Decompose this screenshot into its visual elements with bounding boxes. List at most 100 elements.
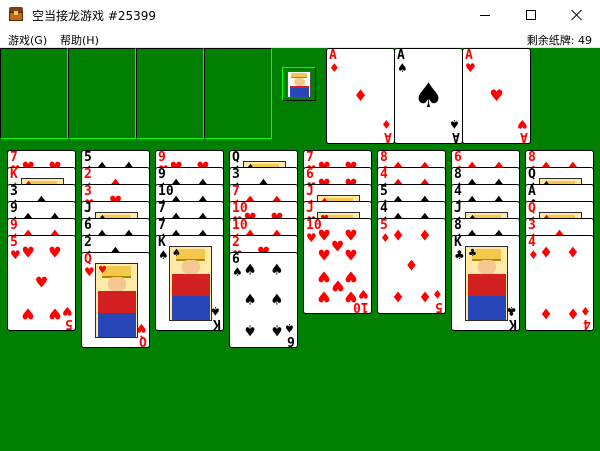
spades-pip-icon: ♠: [243, 260, 257, 279]
card-suit: ♦: [528, 248, 539, 262]
card-suit-bottom: ♠: [449, 117, 460, 131]
king-portrait-icon: ♠: [169, 246, 212, 321]
minimize-icon: [480, 14, 490, 16]
card-5-of-diamonds[interactable]: 5 ♦ 5 ♦ ♦ ♦ ♦ ♦ ♦: [377, 218, 446, 314]
hearts-pip-icon: ♥: [317, 226, 331, 245]
game-table: A♦A♦♦A♠A♠♠A♥A♥♥7♥7♥♥♥♥♥♥♥♥K♦K♦♦3♠3♠♠♠♠9♠…: [0, 48, 600, 451]
window-title: 空当接龙游戏 #25399: [32, 9, 157, 23]
card-rank-bottom: K: [509, 316, 517, 331]
free-cell-1[interactable]: [0, 48, 68, 139]
king-icon: [287, 71, 311, 98]
card-king-of-spades[interactable]: K ♠ K ♠ ♠: [155, 235, 224, 331]
portrait-suit: ♥: [98, 265, 107, 276]
diamonds-pip-icon: ♦: [391, 226, 405, 245]
card-suit: ♦: [329, 61, 340, 75]
king-portrait-icon: ♣: [465, 246, 508, 321]
diamonds-pip-icon: ♦: [539, 304, 553, 323]
hearts-pip-icon: ♥: [48, 243, 62, 262]
card-suit: ♣: [454, 248, 465, 262]
card-rank-bottom: A: [452, 129, 460, 144]
portrait-suit: ♣: [468, 248, 477, 259]
hearts-pip-icon: ♥: [344, 226, 358, 245]
spades-pip-icon: ♠: [270, 290, 284, 309]
title-bar: 空当接龙游戏 #25399: [0, 0, 600, 30]
card-10-of-hearts[interactable]: 10♥10♥♥♥♥♥♥♥♥♥♥♥: [303, 218, 372, 314]
hearts-pip-icon: ♥: [317, 267, 331, 286]
menu-bar: 游戏(G) 帮助(H) 剩余纸牌: 49: [0, 30, 600, 48]
card-rank-bottom: 5: [65, 316, 73, 331]
card-king-of-clubs[interactable]: K ♣ K ♣ ♣: [451, 235, 520, 331]
hearts-pip-icon: ♥: [21, 304, 35, 323]
hearts-pip-icon: ♥: [344, 267, 358, 286]
hearts-pip-icon: ♥: [344, 246, 358, 265]
card-suit: ♠: [232, 265, 243, 279]
free-cell-2[interactable]: [68, 48, 136, 139]
diamonds-pip-icon: ♦: [353, 86, 368, 105]
diamonds-pip-icon: ♦: [539, 243, 553, 262]
foundation-slot-4[interactable]: [530, 48, 600, 139]
card-suit: ♥: [465, 61, 476, 75]
card-rank-bottom: 4: [583, 316, 591, 331]
card-queen-of-hearts[interactable]: Q ♥ Q ♥ ♥: [81, 252, 150, 348]
card-ace-of-diamonds[interactable]: A ♦ A ♦ ♦: [326, 48, 395, 144]
card-suit: ♠: [158, 248, 169, 262]
close-icon: [571, 9, 583, 21]
spades-pip-icon: ♠: [413, 76, 444, 116]
minimize-button[interactable]: [462, 0, 508, 30]
card-suit: ♥: [10, 248, 21, 262]
card-suit-bottom: ♥: [358, 287, 369, 301]
card-suit: ♦: [380, 231, 391, 245]
spades-pip-icon: ♠: [270, 321, 284, 340]
card-ace-of-hearts[interactable]: A ♥ A ♥ ♥: [462, 48, 531, 144]
card-suit-bottom: ♦: [432, 287, 443, 301]
hearts-pip-icon: ♥: [317, 287, 331, 306]
card-suit-bottom: ♥: [62, 304, 73, 318]
king-indicator: [282, 67, 316, 101]
treasure-chest-icon: [8, 6, 24, 22]
card-rank-bottom: 6: [287, 333, 295, 348]
spades-pip-icon: ♠: [243, 290, 257, 309]
spades-pip-icon: ♠: [270, 260, 284, 279]
hearts-pip-icon: ♥: [21, 243, 35, 262]
maximize-icon: [526, 10, 536, 20]
card-suit-bottom: ♠: [284, 321, 295, 335]
hearts-pip-icon: ♥: [344, 287, 358, 306]
diamonds-pip-icon: ♦: [566, 304, 580, 323]
card-ace-of-spades[interactable]: A ♠ A ♠ ♠: [394, 48, 463, 144]
diamonds-pip-icon: ♦: [566, 243, 580, 262]
diamonds-pip-icon: ♦: [418, 226, 432, 245]
card-rank-bottom: A: [520, 129, 528, 144]
card-rank-bottom: Q: [139, 333, 147, 348]
diamonds-pip-icon: ♦: [418, 287, 432, 306]
diamonds-pip-icon: ♦: [391, 287, 405, 306]
card-6-of-spades[interactable]: 6♠6♠♠♠♠♠♠♠: [229, 252, 298, 348]
hearts-pip-icon: ♥: [48, 304, 62, 323]
menu-help[interactable]: 帮助(H): [60, 32, 99, 48]
cards-remaining: 剩余纸牌: 49: [526, 34, 592, 47]
card-4-of-diamonds[interactable]: 4♦4♦♦♦♦♦: [525, 235, 594, 331]
free-cell-3[interactable]: [136, 48, 204, 139]
card-rank-bottom: 5: [435, 299, 443, 314]
card-suit-bottom: ♥: [517, 117, 528, 131]
card-suit: ♥: [84, 265, 95, 279]
card-rank-bottom: K: [213, 316, 221, 331]
card-suit-bottom: ♦: [580, 304, 591, 318]
hearts-pip-icon: ♥: [317, 246, 331, 265]
close-button[interactable]: [554, 0, 600, 30]
card-suit: ♥: [306, 231, 317, 245]
diamonds-pip-icon: ♦: [404, 256, 419, 275]
hearts-pip-icon: ♥: [489, 86, 504, 105]
free-cell-4[interactable]: [204, 48, 272, 139]
menu-game[interactable]: 游戏(G): [8, 32, 47, 48]
card-5-of-hearts[interactable]: 5 ♥ 5 ♥ ♥ ♥ ♥ ♥ ♥: [7, 235, 76, 331]
maximize-button[interactable]: [508, 0, 554, 30]
hearts-pip-icon: ♥: [34, 273, 49, 292]
card-rank-bottom: A: [384, 129, 392, 144]
portrait-suit: ♠: [172, 248, 181, 259]
hearts-pip-icon: ♥: [330, 237, 345, 256]
card-suit-bottom: ♦: [381, 117, 392, 131]
hearts-pip-icon: ♥: [330, 276, 345, 295]
queen-portrait-icon: ♥: [95, 263, 138, 338]
spades-pip-icon: ♠: [243, 321, 257, 340]
card-suit: ♠: [397, 61, 408, 75]
